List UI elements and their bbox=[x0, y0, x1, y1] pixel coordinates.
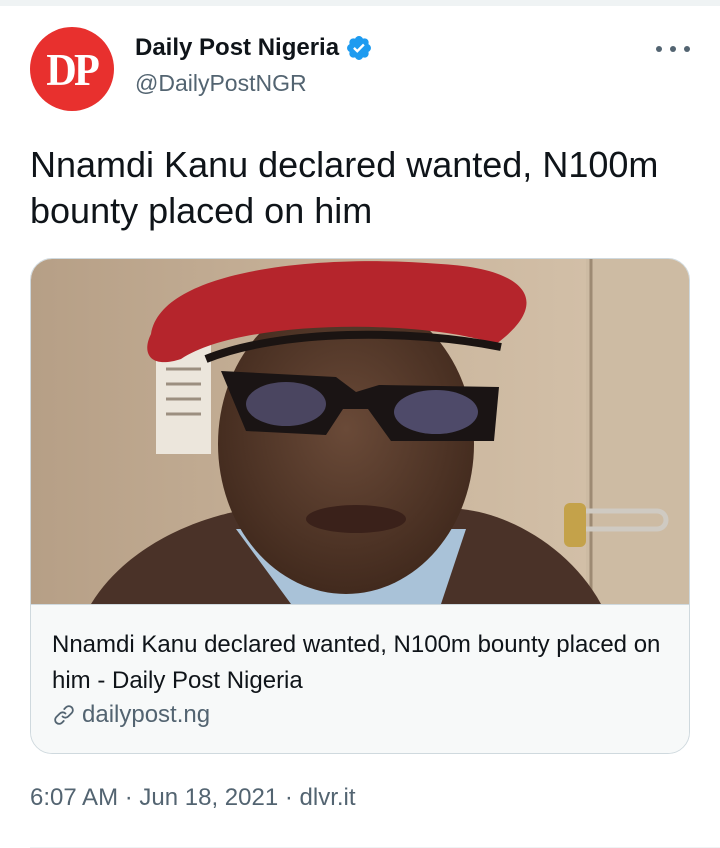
verified-badge-icon bbox=[347, 36, 372, 60]
meta-separator: · bbox=[118, 784, 140, 811]
top-divider bbox=[0, 0, 720, 6]
tweet-date[interactable]: Jun 18, 2021 bbox=[139, 784, 278, 811]
tweet-text: Nnamdi Kanu declared wanted, N100m bount… bbox=[30, 144, 659, 231]
display-name[interactable]: Daily Post Nigeria bbox=[135, 34, 339, 62]
card-domain[interactable]: dailypost.ng bbox=[52, 701, 210, 729]
link-preview-card[interactable]: Nnamdi Kanu declared wanted, N100m bount… bbox=[30, 258, 690, 754]
link-icon bbox=[54, 705, 74, 725]
more-options-button[interactable] bbox=[656, 34, 690, 64]
author-handle[interactable]: @DailyPostNGR bbox=[135, 70, 307, 97]
meta-separator: · bbox=[278, 784, 300, 811]
avatar[interactable]: DP bbox=[30, 27, 114, 111]
card-title[interactable]: Nnamdi Kanu declared wanted, N100m bount… bbox=[52, 627, 682, 699]
card-info[interactable]: Nnamdi Kanu declared wanted, N100m bount… bbox=[31, 604, 689, 753]
tweet-time[interactable]: 6:07 AM bbox=[30, 784, 118, 811]
author-name-row[interactable]: Daily Post Nigeria bbox=[135, 34, 373, 62]
card-domain-text: dailypost.ng bbox=[82, 701, 211, 728]
avatar-logo-text: DP bbox=[46, 43, 101, 95]
tweet-metadata: 6:07 AM · Jun 18, 2021 · dlvr.it bbox=[30, 784, 356, 812]
ellipsis-icon bbox=[656, 46, 662, 52]
tweet-source[interactable]: dlvr.it bbox=[300, 784, 356, 811]
article-photo[interactable] bbox=[31, 259, 690, 604]
